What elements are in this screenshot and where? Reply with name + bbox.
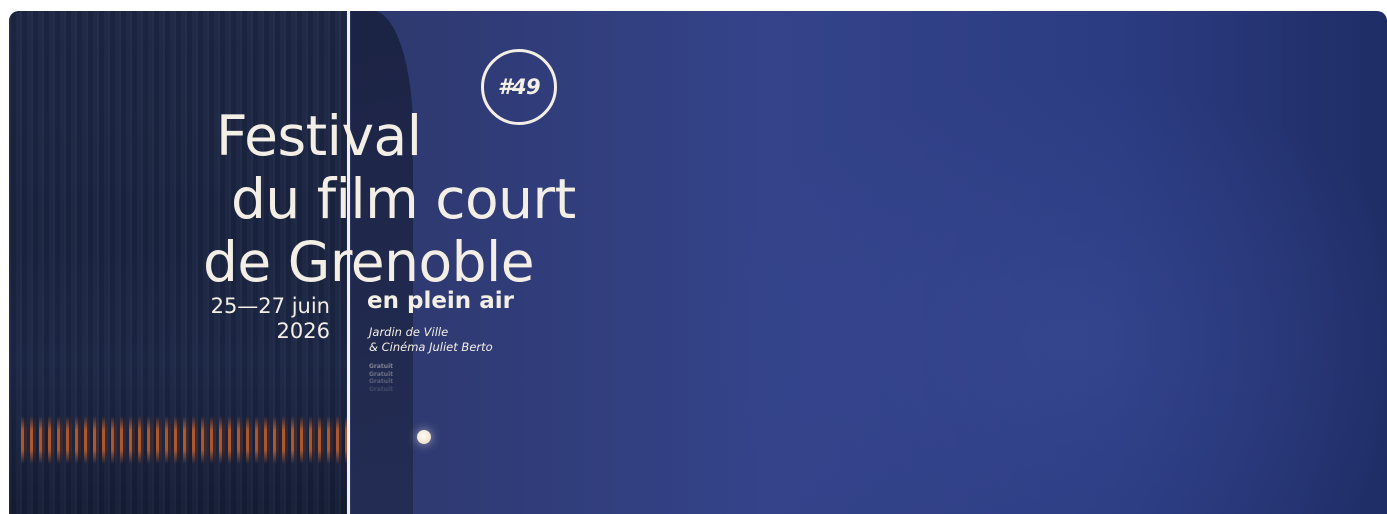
moon-icon <box>417 430 431 444</box>
date-range: 25—27 juin <box>210 294 330 318</box>
gratuit-label: Gratuit <box>369 378 393 385</box>
venue-jardin: Jardin de Ville <box>369 325 449 339</box>
edition-badge: #49 <box>481 49 557 125</box>
festival-dates: 25—27 juin 2026 <box>211 294 330 344</box>
gratuit-label: Gratuit <box>369 370 393 378</box>
gratuit-label: Gratuit <box>369 385 393 393</box>
title-line-festival: Festival <box>216 104 422 168</box>
subtitle-en-plein-air: en plein air <box>367 288 514 314</box>
city-lights-reflection <box>21 416 347 464</box>
title-line-de-grenoble: de Grenoble <box>203 230 535 294</box>
gratuit-list: Gratuit Gratuit Gratuit Gratuit <box>369 363 393 393</box>
venue-cinema: & Cinéma Juliet Berto <box>369 340 493 354</box>
venues: Jardin de Ville & Cinéma Juliet Berto <box>369 325 493 355</box>
festival-banner: #49 Festival du film court de Grenoble 2… <box>9 11 1387 514</box>
gratuit-label: Gratuit <box>369 363 393 370</box>
title-line-du-film-court: du film court <box>231 167 576 231</box>
date-year: 2026 <box>276 319 330 343</box>
